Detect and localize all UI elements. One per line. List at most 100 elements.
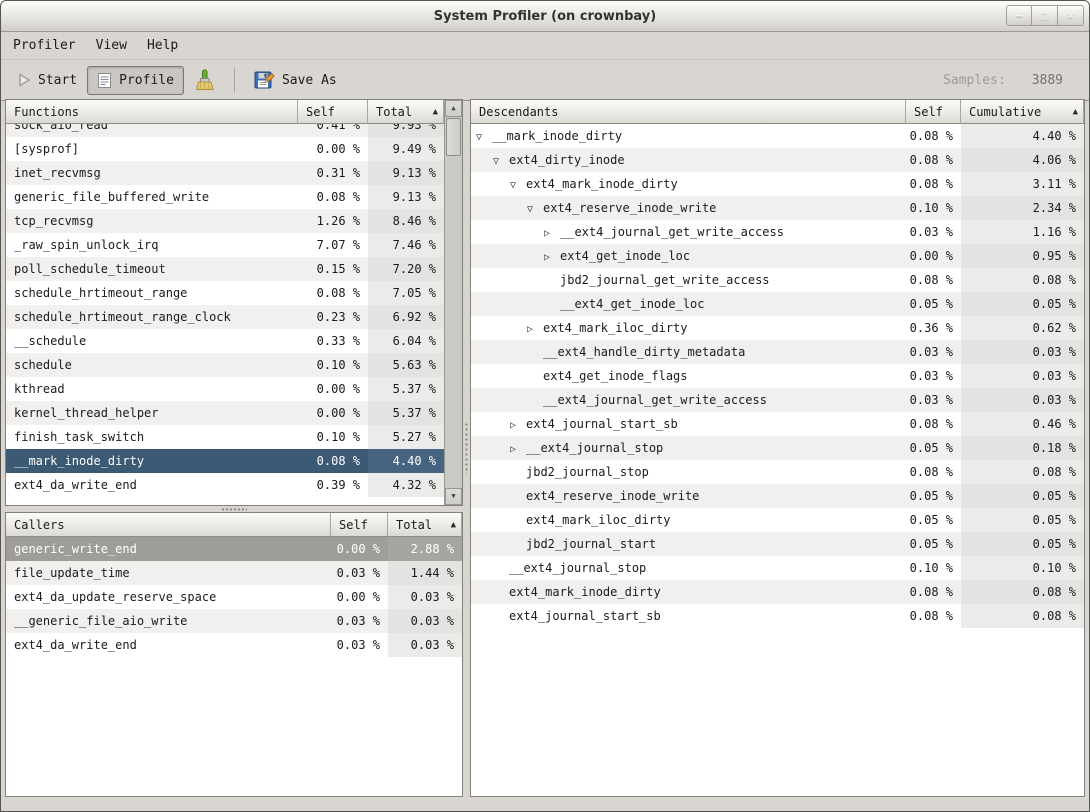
- table-row[interactable]: schedule_hrtimeout_range_clock 0.23 % 6.…: [6, 305, 444, 329]
- table-row[interactable]: kernel_thread_helper 0.00 % 5.37 %: [6, 401, 444, 425]
- expander-icon[interactable]: ▽: [493, 150, 509, 172]
- maximize-button[interactable]: □: [1032, 5, 1058, 26]
- descendants-column-header[interactable]: Descendants: [471, 100, 906, 124]
- table-row[interactable]: generic_file_buffered_write 0.08 % 9.13 …: [6, 185, 444, 209]
- expander-icon[interactable]: ▷: [510, 414, 526, 436]
- function-name-cell: ext4_da_write_end: [6, 633, 331, 657]
- descendant-name-cell: ▽ext4_dirty_inode: [471, 148, 906, 172]
- scroll-up-button[interactable]: ▲: [445, 100, 462, 117]
- self-percent-cell: 0.08 %: [906, 148, 961, 172]
- expander-icon[interactable]: ▽: [527, 198, 543, 220]
- close-button[interactable]: ✕: [1058, 5, 1084, 26]
- table-row[interactable]: poll_schedule_timeout 0.15 % 7.20 %: [6, 257, 444, 281]
- clear-button[interactable]: [184, 63, 225, 98]
- tree-row[interactable]: ▷__ext4_journal_stop 0.05 % 0.18 %: [471, 436, 1084, 460]
- descendant-name-cell: ▷__ext4_journal_get_write_access: [471, 220, 906, 244]
- tree-row[interactable]: jbd2_journal_get_write_access 0.08 % 0.0…: [471, 268, 1084, 292]
- total-column-header[interactable]: Total▲: [368, 100, 444, 124]
- tree-row[interactable]: ▽ext4_dirty_inode 0.08 % 4.06 %: [471, 148, 1084, 172]
- tree-row[interactable]: ▽__mark_inode_dirty 0.08 % 4.40 %: [471, 124, 1084, 148]
- expander-icon[interactable]: ▷: [527, 318, 543, 340]
- total-percent-cell: 5.27 %: [368, 425, 444, 449]
- self-column-header[interactable]: Self: [298, 100, 368, 124]
- callers-column-header[interactable]: Callers: [6, 513, 331, 537]
- expander-icon[interactable]: ▽: [510, 174, 526, 196]
- table-row[interactable]: tcp_recvmsg 1.26 % 8.46 %: [6, 209, 444, 233]
- tree-row[interactable]: ext4_journal_start_sb 0.08 % 0.08 %: [471, 604, 1084, 628]
- tree-row[interactable]: ▷ext4_journal_start_sb 0.08 % 0.46 %: [471, 412, 1084, 436]
- table-row[interactable]: schedule_hrtimeout_range 0.08 % 7.05 %: [6, 281, 444, 305]
- scrollbar-trough[interactable]: [445, 117, 462, 488]
- tree-row[interactable]: __ext4_journal_stop 0.10 % 0.10 %: [471, 556, 1084, 580]
- table-row[interactable]: generic_write_end 0.00 % 2.88 %: [6, 537, 462, 561]
- cumulative-percent-cell: 0.05 %: [961, 508, 1084, 532]
- profile-toggle-button[interactable]: Profile: [87, 66, 184, 95]
- scrollbar-thumb[interactable]: [446, 118, 461, 156]
- functions-scrollbar[interactable]: ▲ ▼: [444, 100, 462, 505]
- menu-view[interactable]: View: [86, 35, 137, 56]
- self-column-header[interactable]: Self: [906, 100, 961, 124]
- tree-row[interactable]: jbd2_journal_stop 0.08 % 0.08 %: [471, 460, 1084, 484]
- titlebar[interactable]: System Profiler (on crownbay) – □ ✕: [1, 1, 1089, 32]
- menu-profiler[interactable]: Profiler: [3, 35, 86, 56]
- tree-row[interactable]: ext4_mark_iloc_dirty 0.05 % 0.05 %: [471, 508, 1084, 532]
- descendant-name-cell: ▽ext4_reserve_inode_write: [471, 196, 906, 220]
- function-name-cell: schedule_hrtimeout_range: [6, 281, 298, 305]
- callers-header-row: Callers Self Total▲: [6, 513, 462, 537]
- minimize-button[interactable]: –: [1006, 5, 1032, 26]
- cumulative-percent-cell: 0.46 %: [961, 412, 1084, 436]
- scroll-down-button[interactable]: ▼: [445, 488, 462, 505]
- expander-icon[interactable]: ▷: [510, 438, 526, 460]
- cumulative-column-header[interactable]: Cumulative▲: [961, 100, 1084, 124]
- total-percent-cell: 0.03 %: [388, 585, 462, 609]
- self-percent-cell: 0.05 %: [906, 508, 961, 532]
- table-row[interactable]: ext4_da_update_reserve_space 0.00 % 0.03…: [6, 585, 462, 609]
- table-row[interactable]: ext4_da_write_end 0.03 % 0.03 %: [6, 633, 462, 657]
- tree-row[interactable]: ▷ext4_mark_iloc_dirty 0.36 % 0.62 %: [471, 316, 1084, 340]
- table-row[interactable]: __mark_inode_dirty 0.08 % 4.40 %: [6, 449, 444, 473]
- functions-column-header[interactable]: Functions: [6, 100, 298, 124]
- expander-icon[interactable]: ▷: [544, 222, 560, 244]
- table-row[interactable]: kthread 0.00 % 5.37 %: [6, 377, 444, 401]
- table-row[interactable]: [sysprof] 0.00 % 9.49 %: [6, 137, 444, 161]
- menu-help[interactable]: Help: [137, 35, 188, 56]
- tree-row[interactable]: ▽ext4_reserve_inode_write 0.10 % 2.34 %: [471, 196, 1084, 220]
- vertical-splitter[interactable]: [463, 99, 470, 797]
- table-row[interactable]: sock_aio_read 0.41 % 9.93 %: [6, 124, 444, 137]
- total-column-header[interactable]: Total▲: [388, 513, 462, 537]
- function-name-cell: inet_recvmsg: [6, 161, 298, 185]
- expander-icon[interactable]: ▷: [544, 246, 560, 268]
- cumulative-percent-cell: 0.08 %: [961, 580, 1084, 604]
- tree-row[interactable]: __ext4_handle_dirty_metadata 0.03 % 0.03…: [471, 340, 1084, 364]
- tree-row[interactable]: __ext4_journal_get_write_access 0.03 % 0…: [471, 388, 1084, 412]
- table-row[interactable]: __schedule 0.33 % 6.04 %: [6, 329, 444, 353]
- callers-panel: Callers Self Total▲ generic_write_end 0.…: [5, 512, 463, 797]
- table-row[interactable]: file_update_time 0.03 % 1.44 %: [6, 561, 462, 585]
- tree-row[interactable]: ext4_get_inode_flags 0.03 % 0.03 %: [471, 364, 1084, 388]
- tree-row[interactable]: ext4_mark_inode_dirty 0.08 % 0.08 %: [471, 580, 1084, 604]
- expander-icon[interactable]: ▽: [476, 126, 492, 148]
- cumulative-percent-cell: 0.08 %: [961, 460, 1084, 484]
- table-row[interactable]: finish_task_switch 0.10 % 5.27 %: [6, 425, 444, 449]
- tree-row[interactable]: __ext4_get_inode_loc 0.05 % 0.05 %: [471, 292, 1084, 316]
- cumulative-percent-cell: 4.06 %: [961, 148, 1084, 172]
- table-row[interactable]: __generic_file_aio_write 0.03 % 0.03 %: [6, 609, 462, 633]
- start-button[interactable]: Start: [7, 67, 87, 94]
- self-percent-cell: 0.05 %: [906, 484, 961, 508]
- function-name-cell: schedule_hrtimeout_range_clock: [6, 305, 298, 329]
- table-row[interactable]: _raw_spin_unlock_irq 7.07 % 7.46 %: [6, 233, 444, 257]
- save-as-button[interactable]: Save As: [244, 64, 347, 97]
- tree-row[interactable]: ▽ext4_mark_inode_dirty 0.08 % 3.11 %: [471, 172, 1084, 196]
- tree-row[interactable]: ▷ext4_get_inode_loc 0.00 % 0.95 %: [471, 244, 1084, 268]
- descendant-name: ext4_reserve_inode_write: [543, 201, 716, 215]
- tree-row[interactable]: ▷__ext4_journal_get_write_access 0.03 % …: [471, 220, 1084, 244]
- tree-row[interactable]: jbd2_journal_start 0.05 % 0.05 %: [471, 532, 1084, 556]
- table-row[interactable]: schedule 0.10 % 5.63 %: [6, 353, 444, 377]
- save-as-label: Save As: [282, 73, 337, 88]
- total-percent-cell: 9.49 %: [368, 137, 444, 161]
- window-controls: – □ ✕: [1006, 5, 1084, 26]
- table-row[interactable]: ext4_da_write_end 0.39 % 4.32 %: [6, 473, 444, 497]
- tree-row[interactable]: ext4_reserve_inode_write 0.05 % 0.05 %: [471, 484, 1084, 508]
- self-column-header[interactable]: Self: [331, 513, 388, 537]
- table-row[interactable]: inet_recvmsg 0.31 % 9.13 %: [6, 161, 444, 185]
